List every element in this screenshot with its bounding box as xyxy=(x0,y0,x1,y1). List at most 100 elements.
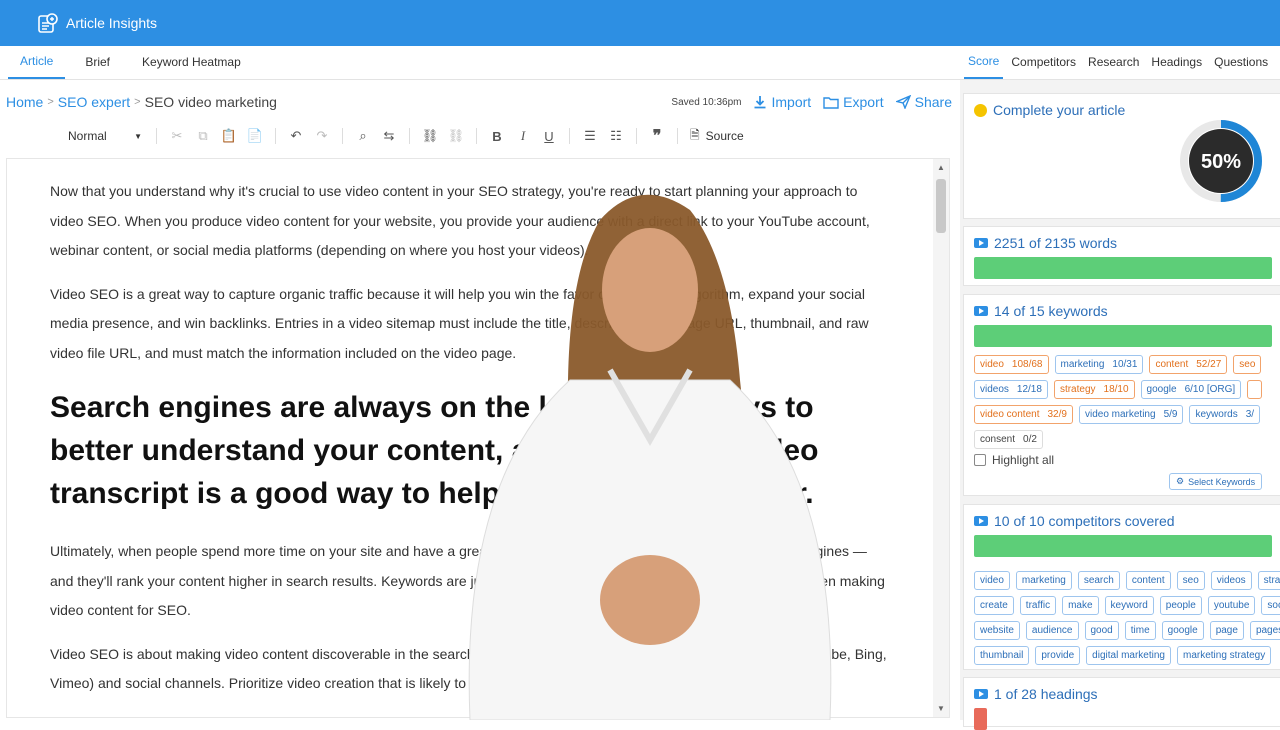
keyword-chip[interactable]: google 6/10 [ORG] xyxy=(1140,380,1242,399)
video-play-icon xyxy=(974,689,988,699)
competitor-chip[interactable]: seo xyxy=(1176,571,1205,590)
competitor-chip[interactable]: video xyxy=(974,571,1010,590)
competitor-chip[interactable]: search xyxy=(1077,571,1120,590)
competitor-chip[interactable]: thumbnail xyxy=(974,646,1030,665)
paper-plane-icon xyxy=(895,95,911,109)
keyword-chip[interactable]: videos 12/18 xyxy=(974,380,1048,399)
share-button[interactable]: Share xyxy=(895,94,952,110)
keywords-progress-bar xyxy=(974,325,1272,347)
keyword-chip[interactable]: content 52/27 xyxy=(1149,355,1228,374)
tab-research[interactable]: Research xyxy=(1084,55,1143,79)
competitor-chip[interactable]: good xyxy=(1084,621,1119,640)
keyword-chip-count: 10/31 xyxy=(1112,359,1138,370)
keyword-chip[interactable]: video content 32/9 xyxy=(974,405,1073,424)
scroll-down-icon[interactable]: ▼ xyxy=(937,704,945,713)
tab-article[interactable]: Article xyxy=(8,54,66,79)
competitor-chip[interactable]: marketing strategy xyxy=(1176,646,1272,665)
format-select-value: Normal xyxy=(68,129,107,143)
competitor-chip[interactable]: traffic xyxy=(1019,596,1057,615)
keyword-chip[interactable]: marketing 10/31 xyxy=(1054,355,1144,374)
bold-icon[interactable]: B xyxy=(485,125,509,147)
select-keywords-button[interactable]: ⚙ Select Keywords xyxy=(1169,473,1263,490)
keyword-chip-label: keywords xyxy=(1195,409,1238,420)
tab-keyword-heatmap[interactable]: Keyword Heatmap xyxy=(130,55,253,79)
undo-icon[interactable]: ↶ xyxy=(284,125,308,147)
redo-icon[interactable]: ↷ xyxy=(310,125,334,147)
competitor-chip[interactable]: keyword xyxy=(1104,596,1154,615)
headings-count: 1 of 28 headings xyxy=(994,686,1098,702)
competitor-chip[interactable]: digital marketing xyxy=(1086,646,1171,665)
competitor-chip[interactable]: content xyxy=(1125,571,1171,590)
tab-questions[interactable]: Questions xyxy=(1210,55,1272,79)
competitor-chip[interactable]: audience xyxy=(1025,621,1079,640)
keyword-chip[interactable]: video marketing 5/9 xyxy=(1078,405,1184,424)
copy-icon[interactable]: ⧉ xyxy=(191,125,215,147)
competitor-chip[interactable]: time xyxy=(1124,621,1156,640)
download-icon xyxy=(754,96,766,109)
import-button[interactable]: Import xyxy=(753,94,811,110)
article-editor[interactable]: Now that you understand why it's crucial… xyxy=(6,158,950,718)
find-icon[interactable]: ⌕ xyxy=(351,125,375,147)
keyword-chip-count: 108/68 xyxy=(1011,359,1043,370)
competitors-card: 10 of 10 competitors covered video market… xyxy=(963,504,1280,670)
format-select[interactable]: Normal ▼ xyxy=(62,129,148,143)
keyword-chip[interactable]: seo xyxy=(1233,355,1262,374)
scrollbar-thumb[interactable] xyxy=(936,179,946,233)
competitors-progress-bar xyxy=(974,535,1272,557)
score-percent: 50% xyxy=(1201,151,1241,173)
competitor-chip[interactable]: pages xyxy=(1249,621,1280,640)
editor-scrollbar[interactable]: ▲ ▼ xyxy=(933,159,949,717)
highlight-all-toggle[interactable]: Highlight all xyxy=(974,453,1054,467)
cut-icon[interactable]: ✂ xyxy=(165,125,189,147)
breadcrumb-parent[interactable]: SEO expert xyxy=(58,94,130,110)
competitor-chip[interactable]: marketing xyxy=(1015,571,1072,590)
tab-brief[interactable]: Brief xyxy=(73,55,122,79)
competitor-chip[interactable]: website xyxy=(974,621,1020,640)
share-label: Share xyxy=(914,94,952,110)
toolbar-divider xyxy=(569,128,570,144)
breadcrumb-separator: > xyxy=(134,96,141,108)
source-button[interactable]: 🗎 Source xyxy=(686,126,748,147)
unlink-icon[interactable]: ⛓ xyxy=(444,125,468,147)
competitor-chip[interactable]: make xyxy=(1062,596,1099,615)
tab-headings[interactable]: Headings xyxy=(1147,55,1206,79)
paste-icon[interactable]: 📋 xyxy=(217,125,241,147)
competitor-chip[interactable]: youtube xyxy=(1207,596,1256,615)
competitor-chip[interactable]: videos xyxy=(1210,571,1252,590)
competitor-chip[interactable]: soc xyxy=(1261,596,1280,615)
sidebar-tabs: Score Competitors Research Headings Ques… xyxy=(960,46,1280,80)
competitor-chip[interactable]: people xyxy=(1159,596,1202,615)
keyword-chip[interactable]: keywords 3/ xyxy=(1189,405,1261,424)
link-icon[interactable]: ⛓ xyxy=(418,125,442,147)
highlight-all-checkbox[interactable] xyxy=(974,454,986,466)
tab-score[interactable]: Score xyxy=(964,54,1004,79)
blockquote-icon[interactable]: ❞ xyxy=(645,125,669,147)
italic-icon[interactable]: I xyxy=(511,125,535,147)
scroll-up-icon[interactable]: ▲ xyxy=(937,163,945,172)
competitor-chip[interactable]: provide xyxy=(1035,646,1081,665)
underline-icon[interactable]: U xyxy=(537,125,561,147)
tab-competitors[interactable]: Competitors xyxy=(1007,55,1080,79)
competitor-chip[interactable]: page xyxy=(1209,621,1244,640)
keyword-chip[interactable]: consent 0/2 xyxy=(974,430,1043,449)
import-label: Import xyxy=(771,94,812,110)
competitor-chip[interactable]: google xyxy=(1161,621,1204,640)
breadcrumb-home[interactable]: Home xyxy=(6,94,43,110)
keyword-chip[interactable]: video 108/68 xyxy=(974,355,1049,374)
competitors-count: 10 of 10 competitors covered xyxy=(994,513,1175,529)
keyword-chip-count: 3/ xyxy=(1245,409,1255,420)
editor-toolbar: Normal ▼ ✂ ⧉ 📋 📄 ↶ ↷ ⌕ ⇆ ⛓ ⛓ B I U ☰ ☷ ❞… xyxy=(62,124,748,148)
keyword-chip[interactable]: strategy 18/10 xyxy=(1053,380,1135,399)
toolbar-divider xyxy=(476,128,477,144)
replace-icon[interactable]: ⇆ xyxy=(377,125,401,147)
paste-text-icon[interactable]: 📄 xyxy=(243,125,267,147)
insights-logo-icon xyxy=(36,11,60,35)
toolbar-divider xyxy=(409,128,410,144)
bulleted-list-icon[interactable]: ☷ xyxy=(604,125,628,147)
export-button[interactable]: Export xyxy=(823,94,884,110)
competitor-chip[interactable]: create xyxy=(974,596,1014,615)
keyword-chip-count: 32/9 xyxy=(1047,409,1067,420)
numbered-list-icon[interactable]: ☰ xyxy=(578,125,602,147)
competitor-chip[interactable]: strat xyxy=(1257,571,1280,590)
keyword-chip[interactable] xyxy=(1247,380,1262,399)
